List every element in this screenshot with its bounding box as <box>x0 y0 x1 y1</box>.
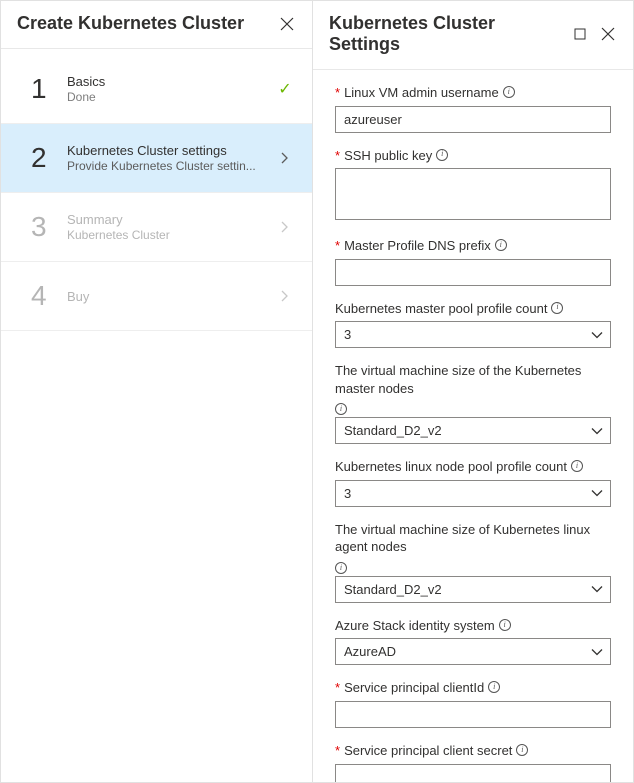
step-number: 4 <box>31 280 63 312</box>
field-node-count: Kubernetes linux node pool profile count… <box>335 458 611 507</box>
step-number: 1 <box>31 73 63 105</box>
label-text: Service principal clientId <box>344 679 484 697</box>
info-icon[interactable]: i <box>335 403 347 415</box>
select-wrap: Standard_D2_v2 <box>335 576 611 603</box>
step-summary[interactable]: 3 Summary Kubernetes Cluster <box>1 193 312 262</box>
info-icon[interactable]: i <box>488 681 500 693</box>
field-label: Azure Stack identity system i <box>335 617 611 635</box>
close-icon[interactable] <box>278 15 296 33</box>
select-wrap: Standard_D2_v2 <box>335 417 611 444</box>
step-cluster-settings[interactable]: 2 Kubernetes Cluster settings Provide Ku… <box>1 124 312 193</box>
node-count-select[interactable]: 3 <box>335 480 611 507</box>
label-text: Linux VM admin username <box>344 84 499 102</box>
admin-username-input[interactable] <box>335 106 611 133</box>
field-master-count: Kubernetes master pool profile count i 3 <box>335 300 611 349</box>
checkmark-icon: ✓ <box>278 79 291 99</box>
field-label: * Service principal clientId i <box>335 679 611 697</box>
step-subtitle: Kubernetes Cluster <box>67 228 274 242</box>
info-icon[interactable]: i <box>571 460 583 472</box>
step-labels: Kubernetes Cluster settings Provide Kube… <box>63 143 274 173</box>
required-asterisk: * <box>335 679 340 697</box>
step-subtitle: Done <box>67 90 274 104</box>
step-buy[interactable]: 4 Buy <box>1 262 312 331</box>
settings-header-icons <box>571 25 617 43</box>
settings-title: Kubernetes Cluster Settings <box>329 13 571 55</box>
step-number: 3 <box>31 211 63 243</box>
info-icon[interactable]: i <box>499 619 511 631</box>
label-text: Kubernetes master pool profile count <box>335 300 547 318</box>
wizard-steps: 1 Basics Done ✓ 2 Kubernetes Cluster set… <box>1 49 312 331</box>
info-icon[interactable]: i <box>551 302 563 314</box>
step-labels: Summary Kubernetes Cluster <box>63 212 274 242</box>
close-icon[interactable] <box>599 25 617 43</box>
field-identity-system: Azure Stack identity system i AzureAD <box>335 617 611 666</box>
wizard-header-icons <box>278 15 296 33</box>
master-count-select[interactable]: 3 <box>335 321 611 348</box>
field-label: * Master Profile DNS prefix i <box>335 237 611 255</box>
step-labels: Basics Done <box>63 74 274 104</box>
maximize-icon[interactable] <box>571 25 589 43</box>
label-text: The virtual machine size of Kubernetes l… <box>335 521 611 556</box>
label-text: Azure Stack identity system <box>335 617 495 635</box>
chevron-right-icon <box>274 152 296 164</box>
step-title: Kubernetes Cluster settings <box>67 143 274 158</box>
field-sp-clientid: * Service principal clientId i <box>335 679 611 728</box>
field-label: The virtual machine size of Kubernetes l… <box>335 521 611 572</box>
settings-form: * Linux VM admin username i * SSH public… <box>313 70 633 782</box>
field-label: * SSH public key i <box>335 147 611 165</box>
label-text: Kubernetes linux node pool profile count <box>335 458 567 476</box>
app-root: Create Kubernetes Cluster 1 Basics Done … <box>0 0 634 783</box>
required-asterisk: * <box>335 237 340 255</box>
field-label: * Linux VM admin username i <box>335 84 611 102</box>
field-node-size: The virtual machine size of Kubernetes l… <box>335 521 611 603</box>
chevron-right-icon <box>274 290 296 302</box>
info-icon[interactable]: i <box>503 86 515 98</box>
ssh-key-input[interactable] <box>335 168 611 220</box>
field-label: Kubernetes master pool profile count i <box>335 300 611 318</box>
info-icon[interactable]: i <box>436 149 448 161</box>
step-title: Summary <box>67 212 274 227</box>
wizard-panel: Create Kubernetes Cluster 1 Basics Done … <box>1 1 313 782</box>
select-wrap: AzureAD <box>335 638 611 665</box>
dns-prefix-input[interactable] <box>335 259 611 286</box>
wizard-header: Create Kubernetes Cluster <box>1 1 312 49</box>
step-subtitle: Provide Kubernetes Cluster settin... <box>67 159 274 173</box>
sp-secret-input[interactable] <box>335 764 611 782</box>
field-ssh-key: * SSH public key i <box>335 147 611 224</box>
sp-clientid-input[interactable] <box>335 701 611 728</box>
info-icon[interactable]: i <box>516 744 528 756</box>
step-basics[interactable]: 1 Basics Done ✓ <box>1 55 312 124</box>
node-size-select[interactable]: Standard_D2_v2 <box>335 576 611 603</box>
required-asterisk: * <box>335 84 340 102</box>
label-text: The virtual machine size of the Kubernet… <box>335 362 611 397</box>
settings-panel: Kubernetes Cluster Settings * Linux VM a… <box>313 1 633 782</box>
step-number: 2 <box>31 142 63 174</box>
field-label: * Service principal client secret i <box>335 742 611 760</box>
info-icon[interactable]: i <box>495 239 507 251</box>
step-status: ✓ <box>274 79 296 99</box>
identity-select[interactable]: AzureAD <box>335 638 611 665</box>
info-icon[interactable]: i <box>335 562 347 574</box>
select-wrap: 3 <box>335 480 611 507</box>
field-label: The virtual machine size of the Kubernet… <box>335 362 611 413</box>
field-dns-prefix: * Master Profile DNS prefix i <box>335 237 611 286</box>
wizard-title: Create Kubernetes Cluster <box>17 13 244 34</box>
field-sp-secret: * Service principal client secret i <box>335 742 611 782</box>
label-text: Service principal client secret <box>344 742 512 760</box>
chevron-right-icon <box>274 221 296 233</box>
required-asterisk: * <box>335 147 340 165</box>
field-master-size: The virtual machine size of the Kubernet… <box>335 362 611 444</box>
settings-header: Kubernetes Cluster Settings <box>313 1 633 70</box>
select-wrap: 3 <box>335 321 611 348</box>
step-labels: Buy <box>63 289 274 304</box>
label-text: Master Profile DNS prefix <box>344 237 491 255</box>
step-title: Buy <box>67 289 274 304</box>
master-size-select[interactable]: Standard_D2_v2 <box>335 417 611 444</box>
required-asterisk: * <box>335 742 340 760</box>
field-admin-username: * Linux VM admin username i <box>335 84 611 133</box>
step-title: Basics <box>67 74 274 89</box>
label-text: SSH public key <box>344 147 432 165</box>
field-label: Kubernetes linux node pool profile count… <box>335 458 611 476</box>
